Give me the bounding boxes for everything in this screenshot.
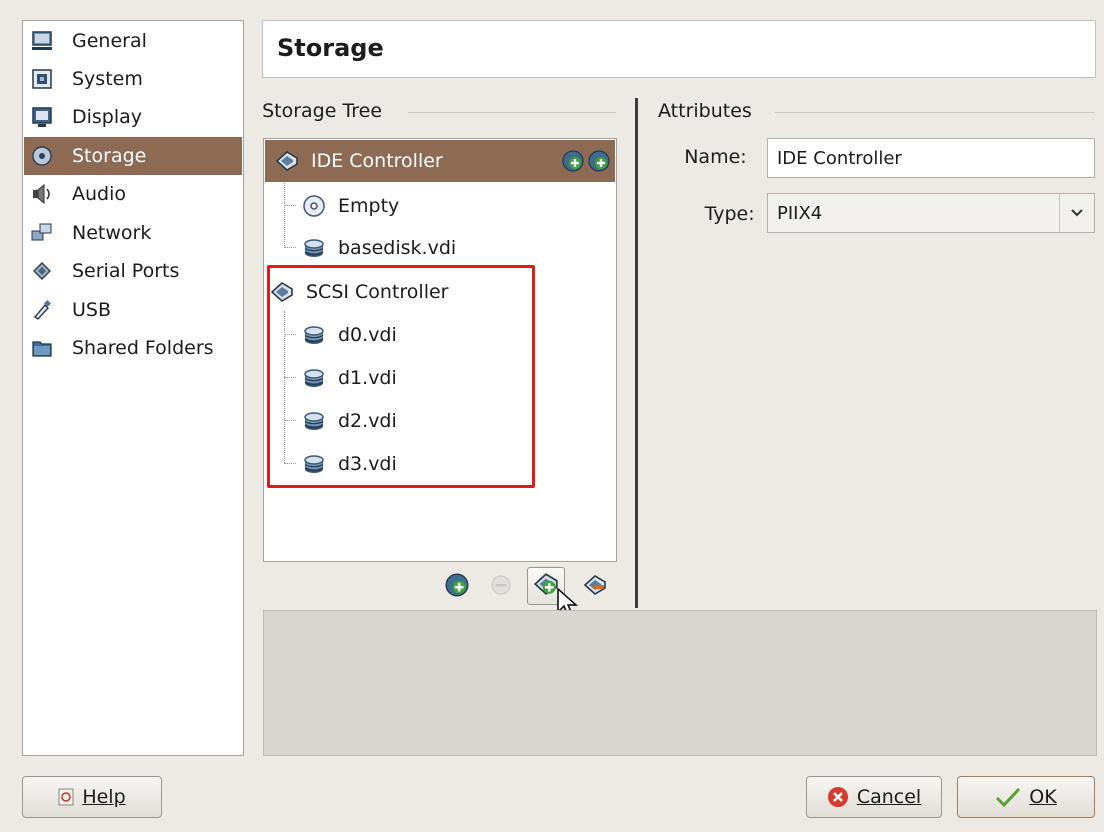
network-icon — [30, 221, 54, 245]
nav-item-audio[interactable]: Audio — [24, 175, 242, 213]
nav-item-label: Network — [72, 222, 152, 244]
chip-icon — [30, 67, 54, 91]
nav-item-label: Serial Ports — [72, 260, 180, 282]
help-icon — [58, 788, 74, 806]
folder-icon — [30, 336, 54, 360]
add-controller-icon — [444, 572, 470, 602]
help-button-label: Help — [82, 786, 126, 808]
nav-item-label: Display — [72, 106, 143, 128]
annotation-highlight-box — [267, 265, 535, 488]
tree-item-empty[interactable]: Empty — [302, 191, 399, 221]
nav-item-system[interactable]: System — [24, 60, 242, 98]
storage-tree-label: SStorage Tree — [262, 100, 383, 122]
nav-item-general[interactable]: General — [24, 22, 242, 60]
remove-controller-button[interactable] — [484, 570, 518, 604]
settings-category-list: General System Display Storage Audio Net… — [22, 20, 244, 756]
usb-icon — [30, 298, 54, 322]
controller-icon — [275, 149, 299, 173]
remove-controller-icon — [489, 573, 513, 601]
page-title-box: Storage — [262, 20, 1096, 78]
storage-tree-divider — [408, 112, 616, 113]
type-select-value: PIIX4 — [777, 202, 823, 224]
hard-disk-icon — [302, 236, 326, 260]
ok-button-label: OK — [1029, 786, 1057, 808]
add-attachment-icon — [533, 571, 559, 601]
tree-item-basedisk[interactable]: basedisk.vdi — [302, 233, 456, 263]
tree-connector — [284, 205, 296, 206]
name-label-text: Name: — [684, 146, 747, 168]
type-label-text: Type: — [704, 203, 755, 225]
attributes-label: Attributes — [658, 100, 752, 122]
add-cd-attachment-icon[interactable] — [561, 149, 585, 178]
tree-item-label: basedisk.vdi — [338, 237, 457, 259]
add-controller-button[interactable] — [440, 570, 474, 604]
add-hard-disk-attachment-icon[interactable] — [587, 149, 611, 178]
tree-connector — [284, 247, 296, 248]
attributes-divider — [775, 112, 1095, 113]
nav-item-serial-ports[interactable]: Serial Ports — [24, 252, 242, 290]
nav-item-display[interactable]: Display — [24, 98, 242, 136]
name-label: NName: — [684, 146, 747, 168]
serial-port-icon — [30, 259, 54, 283]
display-icon — [30, 105, 54, 129]
checkmark-icon — [995, 786, 1021, 808]
chevron-down-icon[interactable] — [1059, 194, 1094, 232]
speaker-icon — [30, 182, 54, 206]
nav-item-label: Storage — [72, 145, 147, 167]
nav-item-label: System — [72, 68, 143, 90]
tree-connector — [284, 183, 285, 248]
help-button[interactable]: Help — [22, 776, 162, 818]
cancel-button-label: Cancel — [856, 786, 922, 808]
cd-icon — [302, 194, 326, 218]
nav-item-network[interactable]: Network — [24, 214, 242, 252]
cancel-button[interactable]: Cancel — [806, 776, 942, 818]
tree-item-label: Empty — [338, 195, 400, 217]
nav-item-usb[interactable]: USB — [24, 291, 242, 329]
storage-tree-label-text: Storage Tree — [262, 100, 383, 122]
remove-attachment-button[interactable] — [578, 570, 612, 604]
type-select[interactable]: PIIX4 — [767, 193, 1095, 233]
tree-item-label: IDE Controller — [311, 150, 443, 172]
nav-item-label: USB — [72, 299, 112, 321]
nav-item-storage[interactable]: Storage — [24, 137, 242, 175]
description-panel — [263, 610, 1097, 756]
name-field[interactable]: IDE Controller — [767, 138, 1095, 178]
monitor-icon — [30, 29, 54, 53]
cancel-icon — [827, 786, 849, 808]
ok-button[interactable]: OK — [957, 776, 1095, 818]
nav-item-label: General — [72, 30, 147, 52]
storage-icon — [30, 144, 54, 168]
tree-item-ide-controller[interactable]: IDE Controller — [265, 140, 615, 182]
nav-item-label: Shared Folders — [72, 337, 214, 359]
nav-item-shared-folders[interactable]: Shared Folders — [24, 329, 242, 367]
nav-item-label: Audio — [72, 183, 127, 205]
page-title: Storage — [277, 34, 384, 62]
panel-separator — [635, 98, 638, 608]
remove-attachment-icon — [583, 573, 607, 601]
type-label: TType: — [704, 203, 755, 225]
